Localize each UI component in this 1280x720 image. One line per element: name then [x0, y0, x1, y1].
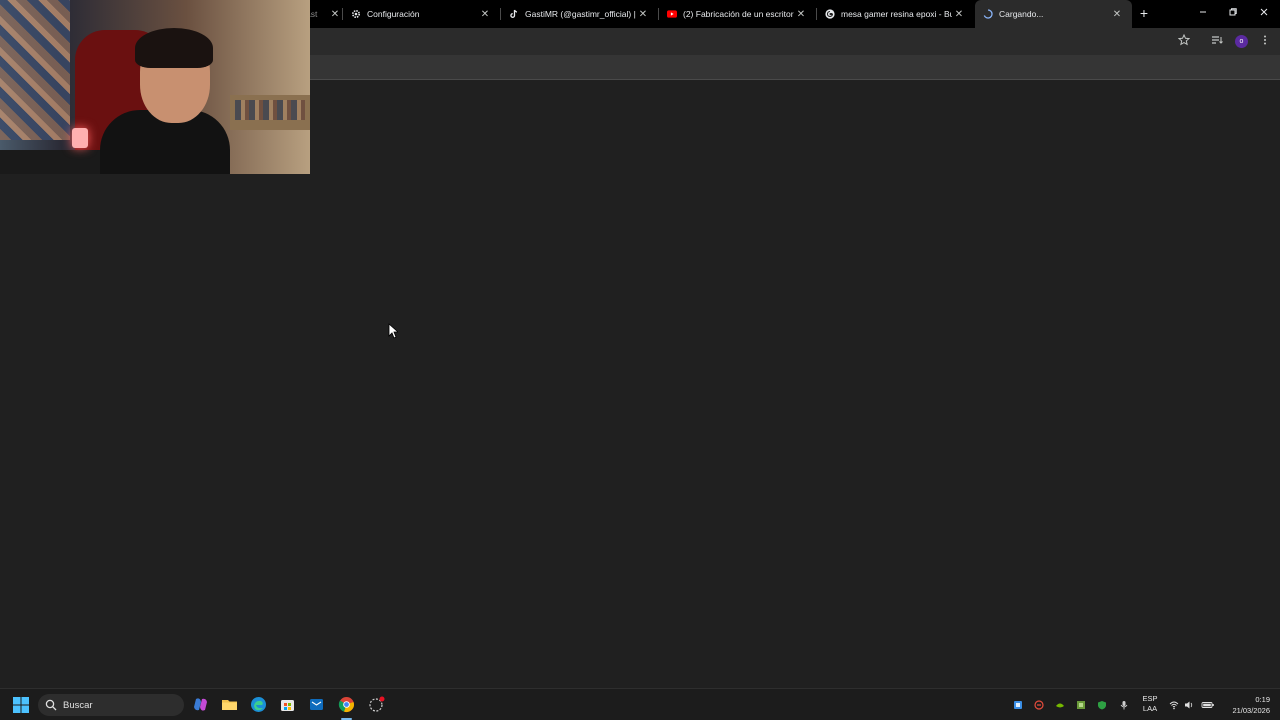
tab-title: mesa gamer resina epoxi - Buscar [841, 9, 952, 19]
webcam-overlay [0, 0, 310, 174]
defender-icon[interactable] [1097, 700, 1107, 710]
webcam-poster [0, 0, 70, 140]
tab-youtube[interactable]: (2) Fabricación de un escritorio ✕ [659, 0, 816, 28]
webcam-shelf-items [235, 100, 305, 120]
tray-app-icon[interactable] [1013, 700, 1023, 710]
tiktok-icon [509, 9, 519, 19]
tray-security-icon[interactable] [1034, 700, 1044, 710]
tab-tiktok[interactable]: GastiMR (@gastimr_official) | TikTok ✕ [501, 0, 658, 28]
profile-avatar[interactable]: o [1235, 35, 1248, 48]
taskbar: Buscar ESP LAA 0:19 21/03/2026 [0, 688, 1280, 720]
copilot-icon[interactable] [192, 696, 209, 713]
recording-app-icon[interactable] [368, 696, 385, 713]
tab-configuracion[interactable]: Configuración ✕ [343, 0, 500, 28]
tray-green-icon[interactable] [1076, 700, 1086, 710]
volume-icon[interactable] [1184, 700, 1194, 710]
google-icon [825, 9, 835, 19]
tab-close-icon[interactable]: ✕ [794, 9, 808, 20]
search-placeholder: Buscar [63, 699, 93, 711]
tab-title: GastiMR (@gastimr_official) | TikTok [525, 9, 636, 19]
battery-icon[interactable] [1201, 700, 1215, 710]
tab-close-icon[interactable]: ✕ [478, 9, 492, 20]
tab-loading[interactable]: Cargando... ✕ [975, 0, 1132, 28]
menu-kebab-icon[interactable] [1257, 34, 1273, 50]
webcam-person-hair [135, 28, 213, 68]
chrome-icon[interactable] [338, 696, 355, 713]
search-icon [45, 699, 57, 711]
nvidia-icon[interactable] [1055, 700, 1065, 710]
language-indicator[interactable]: ESP LAA [1139, 694, 1161, 714]
wifi-icon[interactable] [1169, 700, 1179, 710]
media-control-icon[interactable] [1209, 34, 1225, 50]
minimize-button[interactable] [1188, 0, 1218, 28]
webcam-desk [0, 150, 100, 174]
taskbar-clock[interactable]: 0:19 21/03/2026 [1222, 694, 1270, 716]
new-tab-button[interactable]: + [1136, 5, 1152, 21]
mouse-cursor-icon [388, 323, 398, 339]
gear-icon [351, 9, 361, 19]
restore-button[interactable] [1218, 0, 1248, 28]
clock-time: 0:19 [1255, 695, 1270, 704]
tab-title: Cargando... [999, 9, 1044, 19]
edge-icon[interactable] [250, 696, 267, 713]
tab-close-icon[interactable]: ✕ [328, 9, 342, 20]
tab-close-icon[interactable]: ✕ [1110, 9, 1124, 20]
clock-date: 21/03/2026 [1232, 706, 1270, 715]
tab-close-icon[interactable]: ✕ [636, 9, 650, 20]
microsoft-store-icon[interactable] [279, 696, 296, 713]
tab-google-search[interactable]: mesa gamer resina epoxi - Buscar ✕ [817, 0, 974, 28]
close-window-button[interactable] [1249, 0, 1279, 28]
minimize-icon [1200, 11, 1206, 13]
address-bar[interactable] [300, 30, 1200, 53]
file-explorer-icon[interactable] [221, 696, 238, 713]
webcam-lamp [72, 128, 88, 148]
outlook-icon[interactable] [308, 696, 325, 713]
bookmark-star-icon[interactable] [1176, 33, 1192, 50]
microphone-icon[interactable] [1119, 700, 1129, 710]
tab-title: Configuración [367, 9, 420, 19]
windows-start-icon[interactable] [13, 697, 29, 713]
tab-close-icon[interactable]: ✕ [952, 9, 966, 20]
language-line1: ESP [1142, 694, 1158, 703]
loading-icon [983, 9, 993, 19]
youtube-icon [667, 9, 677, 19]
language-line2: LAA [1142, 704, 1158, 713]
close-icon [1260, 8, 1268, 16]
tab-title: (2) Fabricación de un escritorio [683, 9, 794, 19]
taskbar-search-input[interactable]: Buscar [38, 694, 184, 716]
restore-icon [1229, 8, 1237, 16]
